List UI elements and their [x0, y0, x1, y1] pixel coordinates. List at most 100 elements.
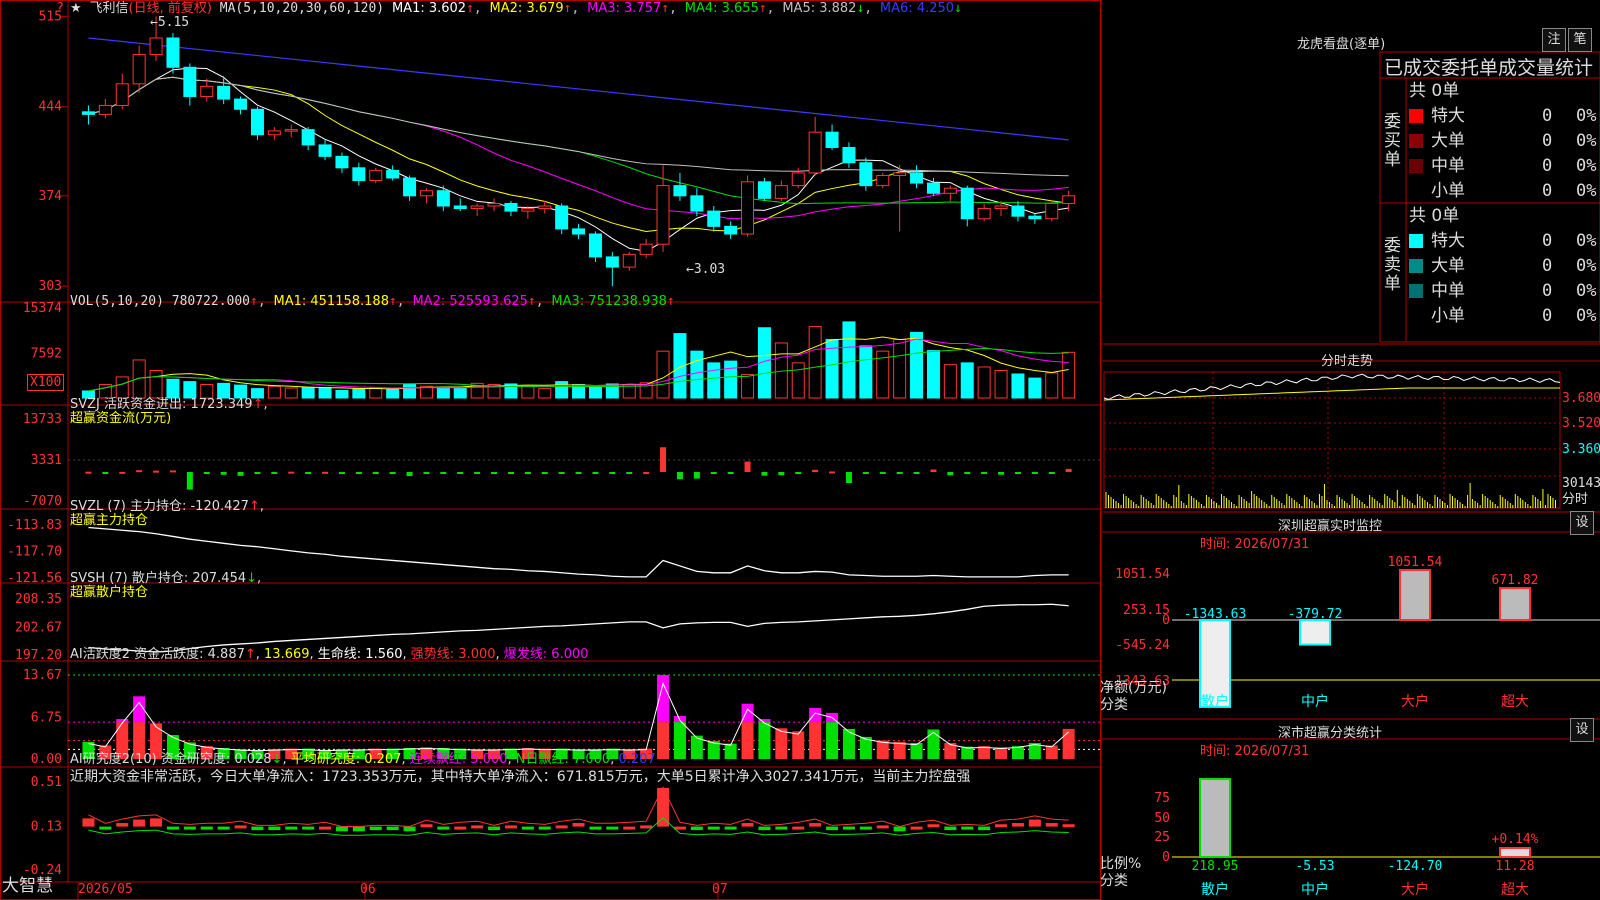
- volume-bar: [588, 386, 602, 399]
- candle-body: [419, 190, 433, 197]
- classify-y-tick: 75: [1154, 791, 1170, 806]
- svzj-bar: [964, 472, 971, 475]
- svzj-bar: [85, 471, 92, 474]
- svzj-bar: [507, 472, 514, 475]
- intraday-avg-line: [1103, 387, 1560, 401]
- volume-bar: [386, 388, 400, 399]
- res-bar: [335, 826, 348, 832]
- volume-bar: [132, 359, 146, 399]
- buy-count-3: 0: [1542, 181, 1553, 201]
- classify-y-tick: 50: [1154, 811, 1170, 826]
- buy-pct-2: 0%: [1576, 156, 1597, 176]
- candle-body: [453, 205, 467, 210]
- volume-bar: [538, 388, 552, 399]
- classify-category: 超大: [1501, 882, 1529, 898]
- candle-body: [504, 202, 518, 212]
- monitor-time: 时间: 2026/07/31: [1200, 537, 1310, 552]
- svzj-bar: [845, 472, 852, 484]
- volume-bar: [960, 362, 974, 399]
- res-bar: [99, 826, 112, 830]
- res-bar: [961, 826, 974, 830]
- svzj-y-tick: 13733: [23, 412, 62, 427]
- kline-ma20-line: [88, 76, 1069, 220]
- volume-bar: [808, 326, 822, 399]
- brand-label[interactable]: 大智慧: [2, 878, 53, 895]
- vol-ma-0: MA1: 451158.188: [273, 294, 389, 309]
- buy-total: 共 0单: [1409, 81, 1460, 101]
- sell-pct-2: 0%: [1576, 281, 1597, 301]
- period-label[interactable]: (日线, 前复权): [129, 1, 212, 16]
- vol-ma-1: MA2: 525593.625: [412, 294, 528, 309]
- vol-ma-2: MA3: 751238.938: [551, 294, 667, 309]
- buy-count-0: 0: [1542, 106, 1553, 126]
- svzj-y-tick: -7070: [23, 494, 62, 509]
- svzj-bar: [237, 472, 244, 476]
- res-bar: [437, 826, 450, 830]
- res-bar: [826, 826, 839, 831]
- act-bar: [792, 731, 805, 759]
- svzj-bar: [136, 470, 143, 473]
- vol-title: VOL(5,10,20) 780722.000: [70, 294, 251, 309]
- res-ind-3: 0.207: [618, 752, 656, 767]
- svsh-y-tick: 197.20: [15, 648, 62, 663]
- svzj-bar: [998, 472, 1005, 475]
- svzj-bar: [440, 472, 447, 475]
- monitor-value-label: 1051.54: [1388, 555, 1443, 570]
- volume-bar: [521, 385, 535, 399]
- svzj-bar: [355, 472, 362, 475]
- candle-body: [876, 174, 890, 187]
- volume-bar: [994, 369, 1008, 399]
- res-bar: [386, 826, 399, 831]
- act-ind-3: 爆发线: 6.000: [503, 647, 589, 662]
- classify-value-label: -5.53: [1295, 859, 1334, 874]
- res-bar: [1045, 823, 1058, 827]
- svzl-title: SVZL (7) 主力持仓: -120.427↑,: [70, 499, 264, 514]
- kline-ma-3: MA4: 3.655: [684, 1, 759, 16]
- classify-category: 散户: [1201, 881, 1229, 898]
- res-bar: [876, 825, 889, 829]
- res-bar: [504, 825, 517, 829]
- classify-axis-label2: 分类: [1100, 873, 1128, 889]
- act-bar: [876, 740, 889, 759]
- res-bar: [251, 826, 264, 831]
- volume-bar: [369, 387, 383, 399]
- volume-bar: [200, 384, 214, 399]
- res-bar: [268, 826, 281, 831]
- longhu-trade-button[interactable]: 笔: [1568, 28, 1592, 52]
- star-icon[interactable]: ★: [70, 1, 82, 16]
- candle-body: [588, 233, 602, 258]
- classify-top-label: +0.14%: [1492, 832, 1539, 847]
- legend-swatch-icon: [1409, 284, 1423, 298]
- svzj-bar: [829, 471, 836, 474]
- buy-label: 委买单: [1384, 111, 1401, 170]
- res-bar: [707, 826, 720, 830]
- vol-unit: X100: [27, 374, 65, 391]
- svsh-y-tick: 208.35: [15, 592, 62, 607]
- candle-body: [1011, 205, 1025, 217]
- candle-body: [690, 195, 704, 212]
- kline-high-label: ←5.15: [150, 15, 189, 30]
- res-bar: [606, 826, 619, 830]
- kline-ma-4: MA5: 3.882: [782, 1, 857, 16]
- candle-body: [301, 129, 315, 146]
- svzj-bar: [660, 447, 667, 473]
- svzj-bar: [406, 472, 413, 477]
- res-bar: [133, 819, 146, 827]
- legend-swatch-icon: [1409, 184, 1423, 198]
- monitor-category: 散户: [1201, 693, 1229, 710]
- candle-body: [656, 185, 670, 245]
- candle-body: [386, 169, 400, 179]
- candle-body: [538, 205, 552, 210]
- volume-bar: [301, 386, 315, 399]
- svzj-bar: [305, 472, 312, 475]
- candle-body: [234, 98, 248, 110]
- classify-settings-button[interactable]: 设: [1570, 718, 1594, 742]
- candle-body: [200, 85, 214, 98]
- monitor-settings-button[interactable]: 设: [1570, 511, 1594, 535]
- res-ind-2: N日飘红: 7.000: [515, 752, 611, 767]
- svzj-bar: [778, 472, 785, 476]
- sell-row-2: 中单: [1409, 279, 1465, 303]
- res-red-line: [88, 786, 1069, 827]
- candle-body: [318, 144, 332, 157]
- longhu-note-button[interactable]: 注: [1542, 28, 1566, 52]
